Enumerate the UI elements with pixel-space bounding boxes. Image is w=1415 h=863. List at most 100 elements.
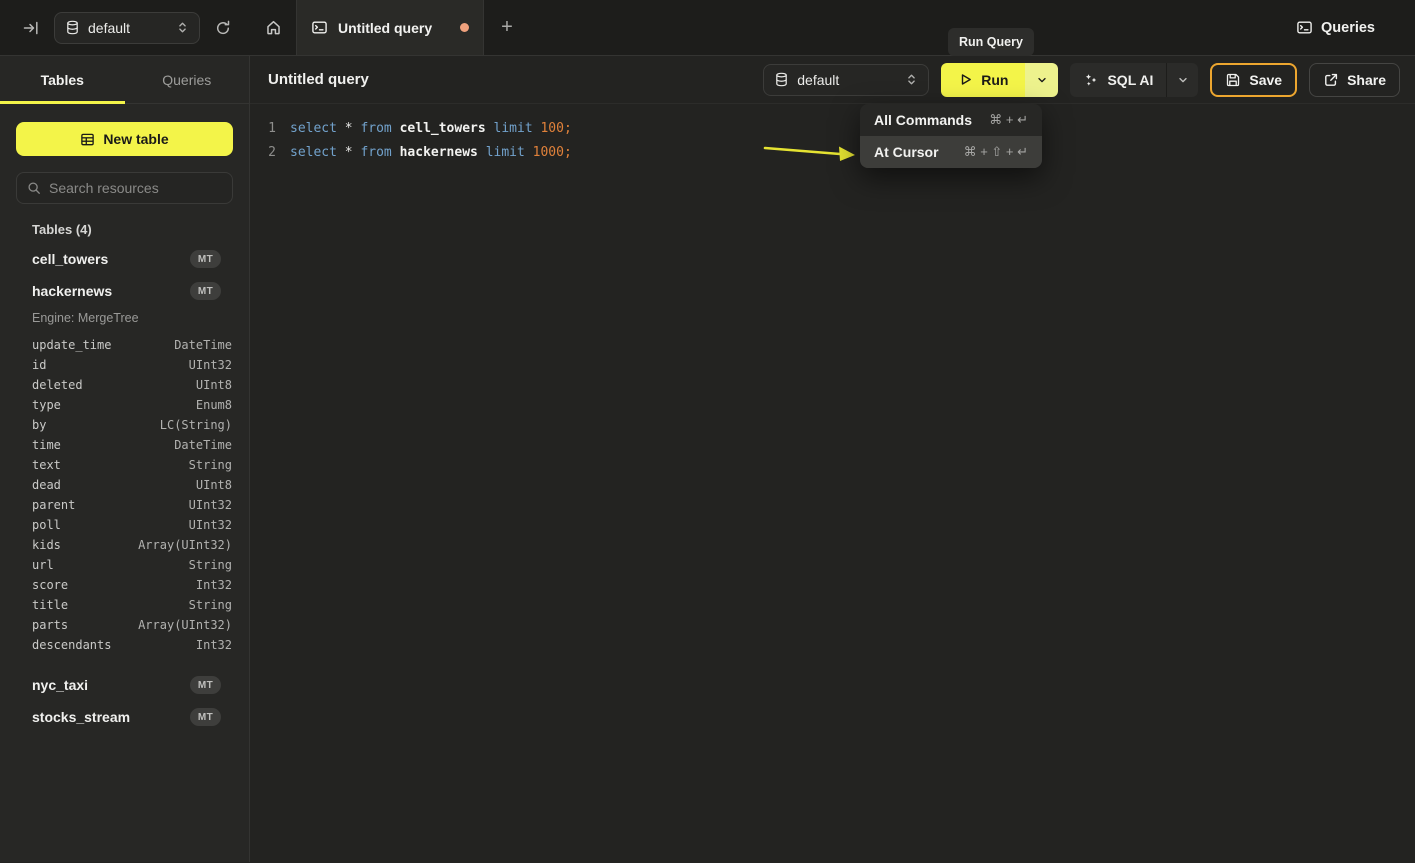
column-type: UInt32 xyxy=(189,498,232,512)
database-selector-value: default xyxy=(88,20,130,36)
column-row[interactable]: dead UInt8 xyxy=(0,475,249,495)
toolbar-database-value: default xyxy=(797,72,839,88)
new-table-button[interactable]: New table xyxy=(16,122,233,156)
new-tab-button[interactable]: + xyxy=(484,0,530,55)
save-button-label: Save xyxy=(1249,72,1282,88)
code-token: limit xyxy=(494,121,541,136)
external-link-icon xyxy=(1323,72,1339,88)
table-row-stocks-stream[interactable]: stocks_stream MT xyxy=(0,701,249,733)
top-bar: default Untitled query + xyxy=(0,0,1415,56)
column-name: deleted xyxy=(32,378,83,392)
column-row[interactable]: id UInt32 xyxy=(0,355,249,375)
queries-icon xyxy=(1296,19,1313,36)
column-row[interactable]: by LC(String) xyxy=(0,415,249,435)
menu-item-shortcut: ⌘ + ↵ xyxy=(979,112,1028,128)
column-row[interactable]: kids Array(UInt32) xyxy=(0,535,249,555)
main-panel: Untitled query default xyxy=(250,56,1415,862)
search-icon xyxy=(27,181,41,195)
table-row-nyc-taxi[interactable]: nyc_taxi MT xyxy=(0,669,249,701)
top-bar-left: default xyxy=(0,0,250,55)
tables-section-header: Tables (4) xyxy=(32,222,233,237)
column-row[interactable]: poll UInt32 xyxy=(0,515,249,535)
table-name: cell_towers xyxy=(32,251,108,267)
column-row[interactable]: descendants Int32 xyxy=(0,635,249,655)
toolbar-database-selector[interactable]: default xyxy=(763,64,929,96)
code-token: 100; xyxy=(540,121,571,136)
queries-button[interactable]: Queries xyxy=(1296,0,1415,55)
chevron-up-down-icon xyxy=(905,73,918,86)
column-type: Array(UInt32) xyxy=(138,538,232,552)
column-type: Int32 xyxy=(196,638,232,652)
refresh-button[interactable] xyxy=(210,15,236,41)
code-token: from xyxy=(360,145,399,160)
database-selector[interactable]: default xyxy=(54,12,200,44)
column-list: update_time DateTime id UInt32 deleted U… xyxy=(0,329,249,661)
content: Tables Queries New table Tables (4) cell… xyxy=(0,56,1415,862)
line-number: 1 xyxy=(250,121,276,136)
table-row-cell-towers[interactable]: cell_towers MT xyxy=(0,243,249,275)
run-button-label: Run xyxy=(981,72,1008,88)
menu-item-shortcut: ⌘ + ⇧ + ↵ xyxy=(954,144,1028,160)
column-name: parts xyxy=(32,618,68,632)
menu-item-all-commands[interactable]: All Commands ⌘ + ↵ xyxy=(860,104,1042,136)
column-row[interactable]: title String xyxy=(0,595,249,615)
sidebar-tab-tables[interactable]: Tables xyxy=(0,56,125,103)
sidebar-tab-queries[interactable]: Queries xyxy=(125,56,250,103)
sql-ai-button[interactable]: SQL AI xyxy=(1070,63,1166,97)
column-row[interactable]: parent UInt32 xyxy=(0,495,249,515)
column-row[interactable]: parts Array(UInt32) xyxy=(0,615,249,635)
run-options-caret[interactable] xyxy=(1025,63,1058,97)
column-name: type xyxy=(32,398,61,412)
column-row[interactable]: time DateTime xyxy=(0,435,249,455)
unsaved-indicator-dot xyxy=(460,23,469,32)
sql-ai-button-label: SQL AI xyxy=(1107,72,1153,88)
save-button[interactable]: Save xyxy=(1210,63,1297,97)
column-type: UInt32 xyxy=(189,358,232,372)
column-row[interactable]: url String xyxy=(0,555,249,575)
menu-item-label: At Cursor xyxy=(874,144,939,160)
line-number: 2 xyxy=(250,145,276,160)
active-tab-underline xyxy=(0,101,125,104)
table-grid-icon xyxy=(80,132,95,147)
sidebar: Tables Queries New table Tables (4) cell… xyxy=(0,56,250,862)
column-type: Int32 xyxy=(196,578,232,592)
menu-item-label: All Commands xyxy=(874,112,972,128)
collapse-sidebar-icon xyxy=(23,20,39,36)
column-type: DateTime xyxy=(174,338,232,352)
search-input[interactable] xyxy=(49,180,222,196)
chevron-up-down-icon xyxy=(176,21,189,34)
run-query-tooltip: Run Query xyxy=(948,28,1034,56)
code-line-1[interactable]: 1 select * from cell_towers limit 100; xyxy=(250,116,1415,140)
run-split-button: Run xyxy=(941,63,1058,97)
column-row[interactable]: update_time DateTime xyxy=(0,335,249,355)
code-token: * xyxy=(345,145,361,160)
column-type: String xyxy=(189,598,232,612)
share-button[interactable]: Share xyxy=(1309,63,1400,97)
play-icon xyxy=(958,72,973,87)
column-name: text xyxy=(32,458,61,472)
column-name: update_time xyxy=(32,338,111,352)
column-type: Enum8 xyxy=(196,398,232,412)
column-type: UInt8 xyxy=(196,478,232,492)
column-row[interactable]: deleted UInt8 xyxy=(0,375,249,395)
code-token: select xyxy=(290,145,345,160)
column-name: url xyxy=(32,558,54,572)
tab-untitled-query[interactable]: Untitled query xyxy=(296,0,484,55)
column-name: id xyxy=(32,358,46,372)
sql-ai-caret[interactable] xyxy=(1166,63,1198,97)
column-name: parent xyxy=(32,498,75,512)
engine-badge: MT xyxy=(190,282,221,300)
column-row[interactable]: text String xyxy=(0,455,249,475)
column-row[interactable]: score Int32 xyxy=(0,575,249,595)
collapse-sidebar-button[interactable] xyxy=(18,15,44,41)
home-button[interactable] xyxy=(250,0,296,55)
table-row-hackernews[interactable]: hackernews MT xyxy=(0,275,249,307)
run-button[interactable]: Run xyxy=(941,63,1025,97)
menu-item-at-cursor[interactable]: At Cursor ⌘ + ⇧ + ↵ xyxy=(860,136,1042,168)
table-name: nyc_taxi xyxy=(32,677,88,693)
home-icon xyxy=(265,19,282,36)
column-row[interactable]: type Enum8 xyxy=(0,395,249,415)
search-box xyxy=(16,172,233,204)
engine-badge: MT xyxy=(190,250,221,268)
table-name: stocks_stream xyxy=(32,709,130,725)
